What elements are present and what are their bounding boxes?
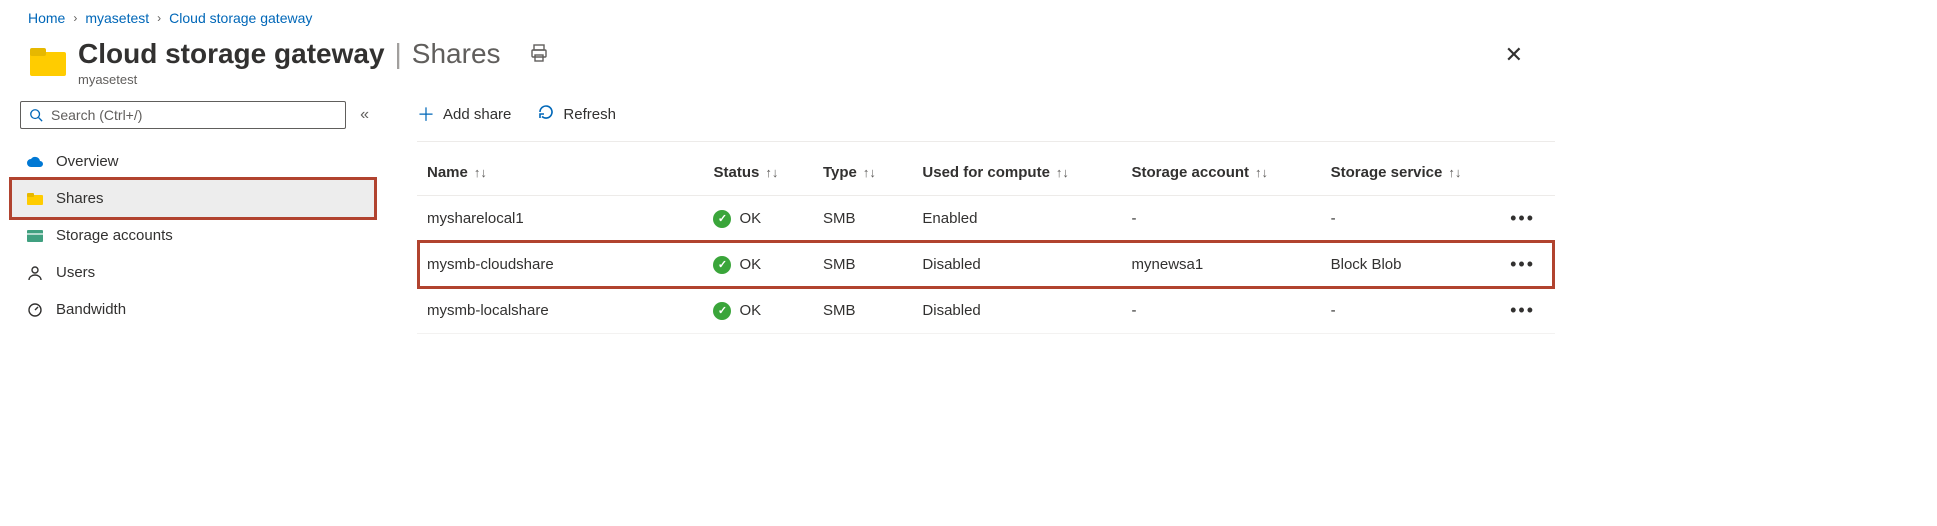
cell-service: - xyxy=(1321,196,1500,242)
column-header-type[interactable]: Type↑↓ xyxy=(813,152,912,196)
sidebar-item-bandwidth[interactable]: Bandwidth xyxy=(12,291,377,328)
title-text: Cloud storage gateway xyxy=(78,38,385,70)
cell-status: ✓ OK xyxy=(703,288,812,334)
ok-icon: ✓ xyxy=(713,302,731,320)
cell-type: SMB xyxy=(813,242,912,288)
cloud-icon xyxy=(26,155,44,169)
sidebar-item-shares[interactable]: Shares xyxy=(12,180,374,217)
breadcrumb-service[interactable]: Cloud storage gateway xyxy=(169,10,312,26)
search-input[interactable]: Search (Ctrl+/) xyxy=(20,101,346,129)
chevron-right-icon: › xyxy=(157,11,161,25)
cell-account: mynewsa1 xyxy=(1122,242,1321,288)
column-header-service[interactable]: Storage service↑↓ xyxy=(1321,152,1500,196)
refresh-button[interactable]: Refresh xyxy=(537,103,616,125)
sort-icon: ↑↓ xyxy=(863,165,876,180)
sort-icon: ↑↓ xyxy=(1255,165,1268,180)
folder-icon xyxy=(28,42,68,82)
cell-compute: Enabled xyxy=(912,196,1121,242)
sidebar-item-label: Users xyxy=(56,264,95,281)
toolbar: ＋ Add share Refresh xyxy=(417,101,1555,142)
more-actions-button[interactable]: ••• xyxy=(1500,196,1555,242)
table-row[interactable]: mysmb-localshare✓OKSMBDisabled--••• xyxy=(417,288,1555,334)
sort-icon: ↑↓ xyxy=(765,165,778,180)
search-placeholder: Search (Ctrl+/) xyxy=(51,107,142,123)
sidebar-item-overview[interactable]: Overview xyxy=(12,143,377,180)
cell-type: SMB xyxy=(813,196,912,242)
sort-icon: ↑↓ xyxy=(1056,165,1069,180)
column-header-name[interactable]: Name↑↓ xyxy=(417,152,703,196)
sidebar-item-label: Shares xyxy=(56,190,104,207)
collapse-icon[interactable]: « xyxy=(360,106,369,124)
breadcrumb-home[interactable]: Home xyxy=(28,10,65,26)
table-row[interactable]: mysmb-cloudshare ✓ OK SMBDisabledmynewsa1Bl… xyxy=(417,242,1555,288)
main-content: ＋ Add share Refresh Name↑↓ Status↑↓ Type… xyxy=(377,87,1555,334)
column-header-compute[interactable]: Used for compute↑↓ xyxy=(912,152,1121,196)
sidebar-item-users[interactable]: Users xyxy=(12,254,377,291)
chevron-right-icon: › xyxy=(73,11,77,25)
column-header-account[interactable]: Storage account↑↓ xyxy=(1122,152,1321,196)
cell-account: - xyxy=(1122,288,1321,334)
title-section: Shares xyxy=(412,38,501,70)
sidebar: Search (Ctrl+/) « Overview Shares Storag… xyxy=(12,87,377,334)
sort-icon: ↑↓ xyxy=(1448,165,1461,180)
add-share-button[interactable]: ＋ Add share xyxy=(417,101,511,127)
sidebar-item-label: Storage accounts xyxy=(56,227,173,244)
cell-status: ✓ OK xyxy=(703,196,812,242)
close-icon[interactable]: ✕ xyxy=(1501,38,1527,72)
sort-icon: ↑↓ xyxy=(474,165,487,180)
sidebar-item-storage-accounts[interactable]: Storage accounts xyxy=(12,217,377,254)
column-header-status[interactable]: Status↑↓ xyxy=(703,152,812,196)
highlight-shares: Shares xyxy=(9,177,377,220)
cell-type: SMB xyxy=(813,288,912,334)
gauge-icon xyxy=(26,302,44,318)
cell-name: mysmb-cloudshare xyxy=(417,242,703,288)
cell-name: mysmb-localshare xyxy=(417,288,703,334)
cell-service: - xyxy=(1321,288,1500,334)
shares-table: Name↑↓ Status↑↓ Type↑↓ Used for compute↑… xyxy=(417,152,1555,334)
title-divider: | xyxy=(395,38,402,70)
status-text: OK xyxy=(739,256,761,273)
more-actions-button[interactable]: ••• xyxy=(1500,242,1555,288)
cell-account: - xyxy=(1122,196,1321,242)
search-icon xyxy=(29,108,43,122)
user-icon xyxy=(26,265,44,281)
cell-compute: Disabled xyxy=(912,242,1121,288)
cell-status: ✓ OK xyxy=(703,242,812,288)
sidebar-item-label: Bandwidth xyxy=(56,301,126,318)
cell-name: mysharelocal1 xyxy=(417,196,703,242)
folder-small-icon xyxy=(26,192,44,206)
breadcrumb: Home › myasetest › Cloud storage gateway xyxy=(0,0,1555,32)
plus-icon: ＋ xyxy=(417,101,435,127)
cell-service: Block Blob xyxy=(1321,242,1500,288)
ok-icon: ✓ xyxy=(713,210,731,228)
storage-icon xyxy=(26,230,44,242)
print-icon[interactable] xyxy=(529,38,549,70)
sidebar-item-label: Overview xyxy=(56,153,119,170)
breadcrumb-resource[interactable]: myasetest xyxy=(85,10,149,26)
subtitle: myasetest xyxy=(78,72,549,87)
page-title: Cloud storage gateway | Shares xyxy=(78,38,549,70)
cell-compute: Disabled xyxy=(912,288,1121,334)
column-header-actions xyxy=(1500,152,1555,196)
table-row[interactable]: mysharelocal1✓OKSMBEnabled--••• xyxy=(417,196,1555,242)
refresh-icon xyxy=(537,103,555,125)
refresh-label: Refresh xyxy=(563,106,616,123)
ok-icon: ✓ xyxy=(713,256,731,274)
more-actions-button[interactable]: ••• xyxy=(1500,288,1555,334)
status-text: OK xyxy=(739,302,761,319)
add-share-label: Add share xyxy=(443,106,511,123)
status-text: OK xyxy=(739,210,761,227)
